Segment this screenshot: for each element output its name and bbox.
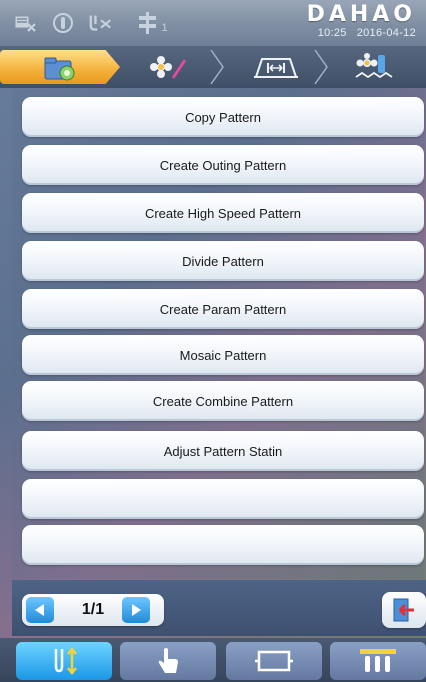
clock-date: 2016-04-12 bbox=[356, 27, 416, 39]
tab-embroidery[interactable] bbox=[322, 50, 426, 84]
app-frame: 1 DAHAO 10:25 2016-04-12 Copy Pattern Cr… bbox=[0, 0, 426, 682]
tab-divider bbox=[210, 50, 224, 84]
empty-menu-slot[interactable] bbox=[22, 479, 424, 519]
pattern-folder-icon bbox=[44, 57, 75, 81]
brand-block: DAHAO 10:25 2016-04-12 bbox=[306, 2, 416, 40]
nav-frame-button[interactable] bbox=[226, 642, 322, 680]
bottom-nav bbox=[0, 638, 426, 682]
frame-indicator-label: 1 bbox=[161, 22, 168, 34]
frame-stretch-icon bbox=[254, 58, 298, 78]
adjust-pattern-statin-button[interactable]: Adjust Pattern Statin bbox=[22, 431, 424, 471]
pager-bar: 1/1 bbox=[12, 580, 426, 636]
previous-page-button[interactable] bbox=[26, 597, 54, 623]
clock: 10:25 2016-04-12 bbox=[307, 27, 416, 39]
exit-button[interactable] bbox=[382, 592, 426, 628]
triangle-left-icon bbox=[35, 604, 44, 616]
create-combine-pattern-button[interactable]: Create Combine Pattern bbox=[22, 381, 424, 421]
needle-bar-icon bbox=[360, 649, 396, 672]
mosaic-pattern-button[interactable]: Mosaic Pattern bbox=[22, 335, 424, 375]
embroidery-machine-icon bbox=[355, 53, 393, 79]
nav-manual-button[interactable] bbox=[120, 642, 216, 680]
needle-position-icon bbox=[50, 10, 76, 36]
divide-pattern-button[interactable]: Divide Pattern bbox=[22, 241, 424, 281]
copy-pattern-button[interactable]: Copy Pattern bbox=[22, 97, 424, 137]
flower-edit-icon bbox=[150, 56, 186, 79]
needle-updown-icon bbox=[54, 646, 77, 676]
menu-panel: Copy Pattern Create Outing Pattern Creat… bbox=[12, 89, 424, 579]
next-page-button[interactable] bbox=[122, 597, 150, 623]
create-param-pattern-button[interactable]: Create Param Pattern bbox=[22, 289, 424, 329]
brand-logo: DAHAO bbox=[306, 2, 416, 27]
page-indicator: 1/1 bbox=[81, 601, 105, 618]
frame-indicator-icon: 1 bbox=[132, 10, 172, 36]
triangle-right-icon bbox=[132, 604, 141, 616]
exit-door-icon bbox=[393, 598, 414, 622]
clock-time: 10:25 bbox=[317, 27, 347, 39]
nav-needle-bar-button[interactable] bbox=[330, 642, 426, 680]
create-high-speed-pattern-button[interactable]: Create High Speed Pattern bbox=[22, 193, 424, 233]
nav-needle-button[interactable] bbox=[16, 642, 112, 680]
tab-pattern-edit[interactable] bbox=[116, 50, 220, 84]
thread-cut-icon bbox=[88, 10, 114, 36]
tab-pattern-management[interactable] bbox=[0, 50, 120, 84]
hand-pointer-icon bbox=[158, 648, 178, 673]
status-bar: 1 DAHAO 10:25 2016-04-12 bbox=[0, 0, 426, 46]
empty-menu-slot[interactable] bbox=[22, 525, 424, 565]
tab-bar bbox=[0, 46, 426, 88]
pattern-disk-icon bbox=[12, 10, 38, 36]
tab-frame-setting[interactable] bbox=[224, 50, 328, 84]
pager: 1/1 bbox=[22, 594, 164, 626]
frame-rectangle-icon bbox=[255, 650, 293, 672]
create-outing-pattern-button[interactable]: Create Outing Pattern bbox=[22, 145, 424, 185]
